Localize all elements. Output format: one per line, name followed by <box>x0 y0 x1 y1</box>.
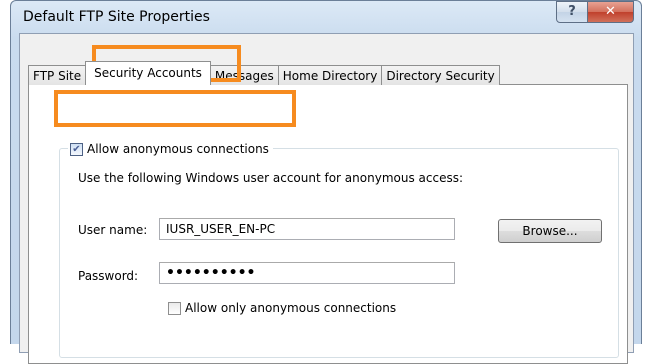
tab-strip: FTP Site Security Accounts Messages Home… <box>28 61 500 85</box>
username-field[interactable]: IUSR_USER_EN-PC <box>159 218 455 240</box>
anonymous-access-group: ✔ Allow anonymous connections Use the fo… <box>59 139 619 358</box>
tab-home-directory[interactable]: Home Directory <box>277 65 383 85</box>
tab-directory-security[interactable]: Directory Security <box>381 65 500 85</box>
tab-messages[interactable]: Messages <box>209 65 279 85</box>
properties-dialog: Default FTP Site Properties ? ✕ ✔ Allow … <box>10 0 642 364</box>
allow-anonymous-label: Allow anonymous connections <box>87 142 269 156</box>
instructions-text: Use the following Windows user account f… <box>78 171 463 185</box>
password-label: Password: <box>78 269 139 283</box>
help-icon: ? <box>568 4 576 19</box>
tab-security-accounts[interactable]: Security Accounts <box>85 61 211 85</box>
username-label: User name: <box>78 223 148 237</box>
browse-button[interactable]: Browse... <box>498 219 602 243</box>
help-button[interactable]: ? <box>556 1 588 23</box>
allow-anonymous-checkbox-row[interactable]: ✔ Allow anonymous connections <box>68 139 273 159</box>
password-field[interactable]: •••••••••• <box>159 262 455 284</box>
dialog-title: Default FTP Site Properties <box>23 9 210 25</box>
close-icon: ✕ <box>605 4 616 19</box>
allow-only-anonymous-checkbox[interactable] <box>168 301 181 315</box>
security-accounts-panel: ✔ Allow anonymous connections Use the fo… <box>28 84 628 364</box>
allow-anonymous-checkbox[interactable]: ✔ <box>70 142 83 156</box>
allow-only-anonymous-label: Allow only anonymous connections <box>185 301 397 315</box>
close-button[interactable]: ✕ <box>587 1 634 23</box>
tab-ftp-site[interactable]: FTP Site <box>28 65 87 85</box>
allow-only-anonymous-row[interactable]: Allow only anonymous connections <box>168 301 396 315</box>
dialog-client-area: ✔ Allow anonymous connections Use the fo… <box>19 33 634 364</box>
